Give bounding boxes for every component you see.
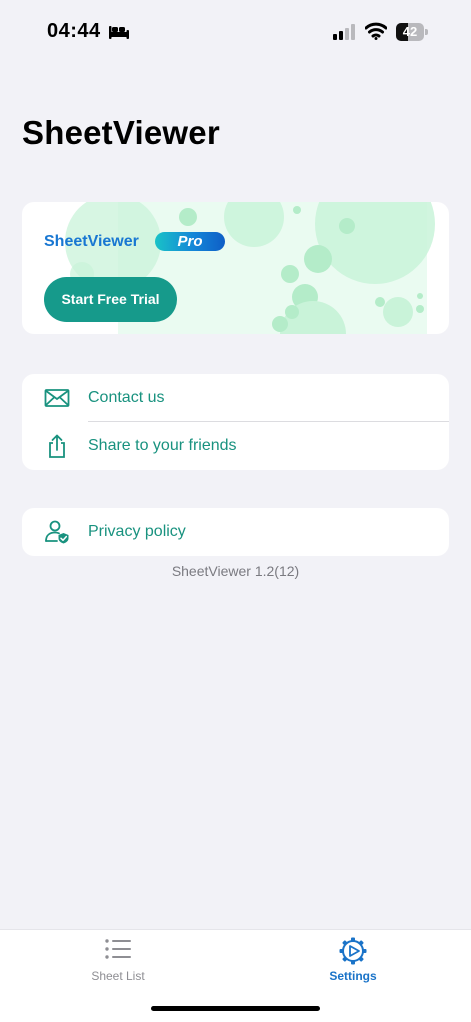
menu-group-contact: Contact us Share to your friends [22,374,449,470]
share-to-friends-label: Share to your friends [88,437,237,454]
list-icon [104,937,132,966]
tab-sheet-list[interactable]: Sheet List [48,930,188,990]
battery-icon: 42 [396,23,428,41]
battery-percent: 42 [402,24,418,39]
privacy-policy-label: Privacy policy [88,523,186,540]
tab-sheet-list-label: Sheet List [91,969,145,983]
pro-badge: Pro [155,232,225,251]
start-free-trial-button[interactable]: Start Free Trial [44,277,177,322]
pro-brand-label: SheetViewer [44,233,139,250]
privacy-policy-row[interactable]: Privacy policy [22,508,449,556]
wifi-icon [364,22,388,45]
person-shield-icon [44,520,70,544]
status-time: 04:44 [47,20,101,42]
gear-play-icon [339,937,367,970]
status-bar: 04:44 42 [0,0,471,64]
app-version: SheetViewer 1.2(12) [171,563,300,579]
contact-us-label: Contact us [88,389,165,406]
cellular-signal-icon [333,24,357,45]
page-title: SheetViewer [22,114,220,151]
home-indicator [151,1006,320,1011]
tab-settings[interactable]: Settings [283,930,423,990]
tab-settings-label: Settings [329,969,377,983]
contact-us-row[interactable]: Contact us [22,374,449,422]
menu-group-privacy: Privacy policy [22,508,449,556]
share-to-friends-row[interactable]: Share to your friends [22,422,449,470]
pro-card: SheetViewer Pro Start Free Trial [22,202,449,334]
envelope-icon [44,386,70,410]
bed-icon [108,24,130,45]
share-icon [44,434,70,458]
